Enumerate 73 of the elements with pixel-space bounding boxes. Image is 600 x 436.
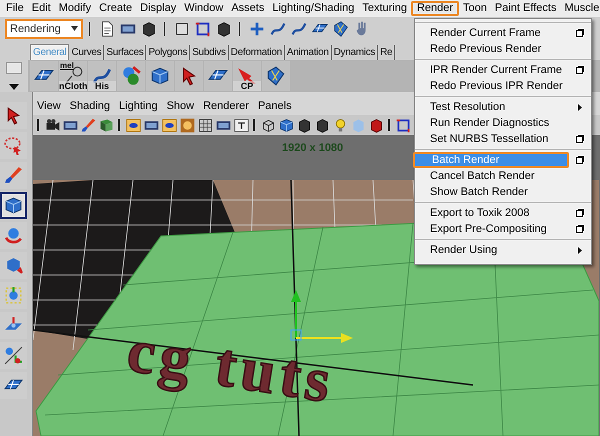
sphere-axes-icon — [3, 345, 24, 366]
pattern-plane-icon[interactable] — [332, 20, 350, 38]
crop-icon[interactable] — [395, 116, 412, 134]
shelf-button[interactable] — [204, 61, 232, 91]
menu-set-dropdown[interactable]: Rendering — [5, 18, 83, 38]
tool-button[interactable] — [0, 372, 27, 399]
shelf-button[interactable]: His — [88, 61, 116, 91]
tool-button[interactable] — [0, 162, 27, 189]
menu-item[interactable]: Test Resolution — [415, 99, 569, 115]
camera-icon[interactable] — [44, 116, 61, 134]
menu-item[interactable]: Set NURBS Tessellation — [415, 131, 569, 147]
move-manipulator-icon — [290, 290, 353, 343]
panel-menu-item[interactable]: Shading — [70, 100, 110, 112]
panel-menu-item[interactable]: Panels — [258, 100, 292, 112]
menu-item[interactable]: Display — [136, 1, 180, 16]
menu-item[interactable]: Assets — [227, 1, 268, 16]
tool-button[interactable] — [0, 342, 27, 369]
option-box-icon[interactable] — [576, 29, 584, 37]
menu-item[interactable]: Texturing — [358, 1, 411, 16]
shelf-button[interactable]: mel nCloth — [59, 61, 87, 91]
menu-item[interactable]: Toon — [459, 1, 491, 16]
menu-item[interactable]: Export Pre-Compositing — [415, 221, 569, 237]
shelf-button[interactable] — [146, 61, 174, 91]
panel-menu-item[interactable]: Renderer — [203, 100, 249, 112]
book-icon[interactable] — [98, 116, 115, 134]
brush-icon[interactable] — [80, 116, 97, 134]
lasso-icon — [3, 135, 24, 156]
menu-item[interactable]: Render Using — [415, 242, 569, 258]
panel-menu-item[interactable]: Show — [166, 100, 194, 112]
sphere-frame-icon[interactable] — [125, 116, 142, 134]
option-box-icon[interactable] — [576, 135, 584, 143]
menu-item[interactable]: Run Render Diagnostics — [415, 115, 569, 131]
menu-item[interactable]: Export to Toxik 2008 — [415, 205, 569, 221]
pattern-plane-icon — [265, 65, 287, 87]
menu-item[interactable]: Redo Previous IPR Render — [415, 78, 569, 94]
menu-item[interactable]: IPR Render Current Frame — [415, 62, 569, 78]
plus-icon[interactable] — [248, 20, 266, 38]
shelf-button[interactable] — [175, 61, 203, 91]
down-arrow-icon[interactable] — [9, 84, 19, 90]
menu-item[interactable]: Paint Effects — [490, 1, 560, 16]
manipulator-icon — [3, 285, 24, 306]
menu-item[interactable]: Show Batch Render — [415, 184, 569, 200]
brush-icon — [3, 165, 24, 186]
text-frame-icon[interactable] — [233, 116, 250, 134]
panel-menu-item[interactable]: View — [37, 100, 61, 112]
menu-item[interactable]: Window — [180, 1, 228, 16]
option-box-icon[interactable] — [576, 225, 584, 233]
menu-item[interactable]: Create — [95, 1, 136, 16]
scene-text: cg tuts — [122, 316, 340, 416]
resolution-label: 1920 x 1080 — [282, 142, 344, 154]
shelf-button[interactable]: CP — [233, 61, 261, 91]
menu-item[interactable]: Render Current Frame — [415, 25, 569, 41]
shelf-button[interactable] — [30, 61, 58, 91]
option-box-icon[interactable] — [576, 66, 584, 74]
caret-icon — [71, 26, 78, 31]
tool-button[interactable] — [0, 192, 27, 219]
menu-item[interactable]: Render — [410, 1, 460, 16]
wireframe-icon[interactable] — [197, 116, 214, 134]
menu-item[interactable]: Redo Previous Render — [415, 41, 569, 57]
menu-item[interactable]: Edit — [28, 1, 55, 16]
option-box-icon[interactable] — [576, 156, 584, 164]
tool-button[interactable] — [0, 102, 27, 129]
rotate-icon — [3, 225, 24, 246]
option-box-icon[interactable] — [576, 209, 584, 217]
menu-item[interactable]: Lighting/Shading — [268, 1, 358, 16]
crop-icon[interactable] — [194, 20, 212, 38]
menu-item[interactable]: Cancel Batch Render — [415, 168, 569, 184]
sphere-frame-icon[interactable] — [161, 116, 178, 134]
shelf-button[interactable] — [262, 61, 290, 91]
panel-menu-item[interactable]: Lighting — [119, 100, 158, 112]
menu-item[interactable]: File — [2, 1, 28, 16]
menu-item[interactable]: Muscle — [560, 1, 600, 16]
menu-item[interactable]: Modify — [54, 1, 96, 16]
